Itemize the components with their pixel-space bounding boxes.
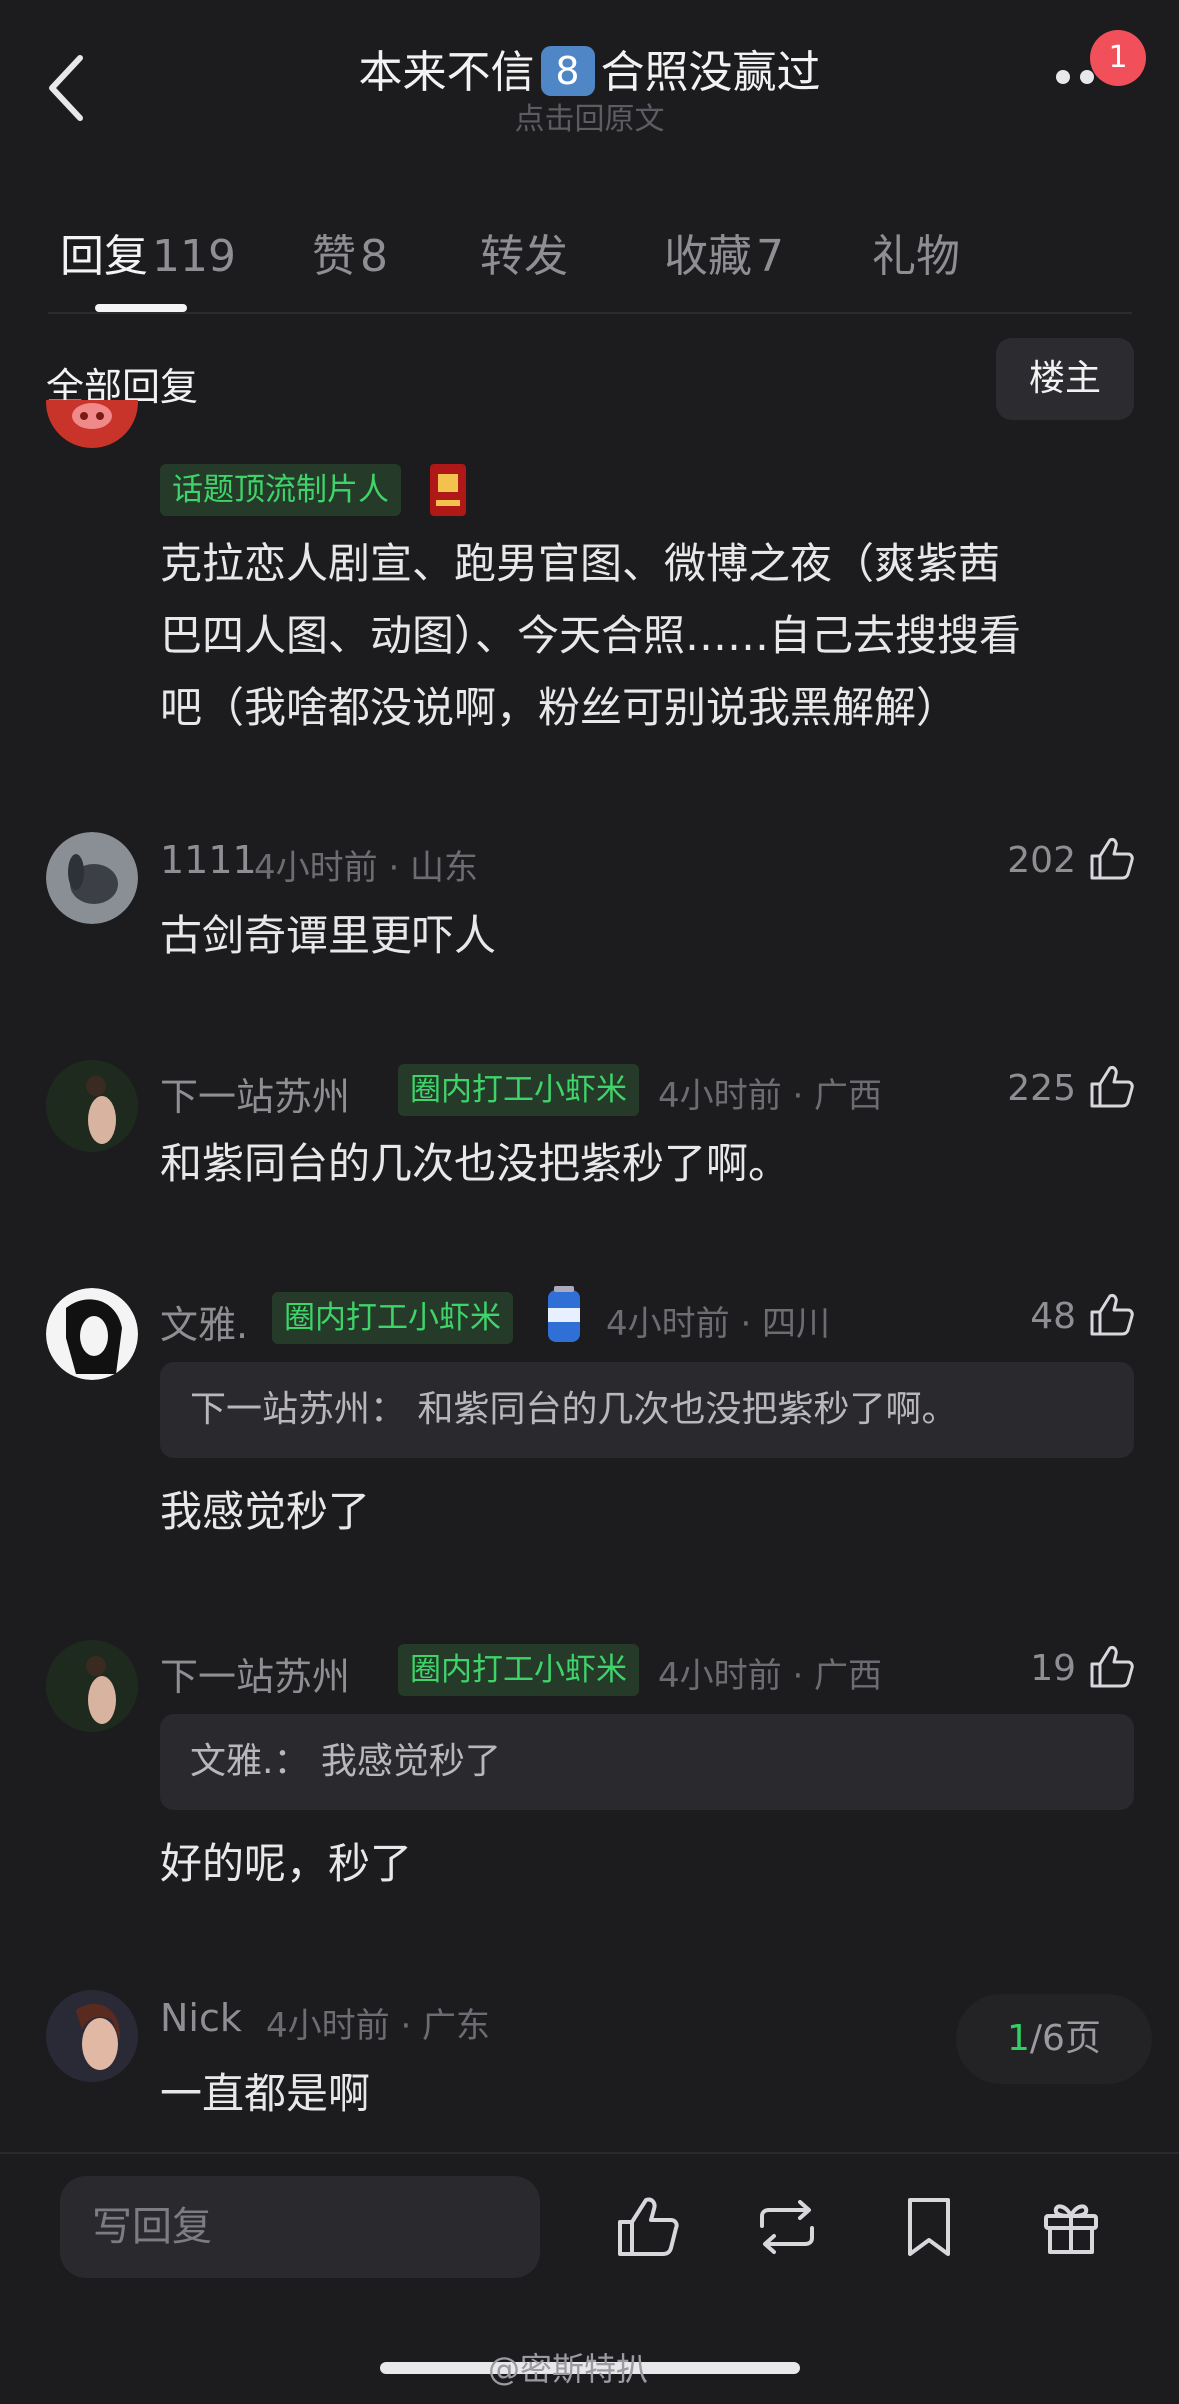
tab-label: 礼物 [872,231,960,282]
keycap-8-emoji: 8 [540,46,595,96]
tab-label: 回复 [60,231,148,282]
page-title[interactable]: 本来不信 8 合照没赢过 [0,36,1179,100]
comment-meta: 4小时前 · 四川 [606,1304,831,1344]
title-text-post: 合照没赢过 [600,47,821,98]
gift-badge-icon [428,462,468,518]
reply-input[interactable]: 写回复 [60,2176,540,2278]
like-count: 225 [1007,1068,1076,1109]
thumbs-up-icon[interactable] [1086,1642,1136,1692]
tab-label: 收藏 [664,231,752,282]
comment-body: 克拉恋人剧宣、跑男官图、微博之夜（爽紫茜 巴四人图、动图）、今天合照……自己去搜… [160,528,1021,744]
user-title-badge: 圈内打工小虾米 [272,1292,513,1344]
tab-count: 7 [756,231,784,282]
photo-avatar-icon [46,1060,138,1152]
like-count: 19 [1030,1648,1076,1689]
gift-icon[interactable] [1036,2192,1106,2262]
avatar[interactable] [46,1060,138,1152]
tab-reposts[interactable]: 转发 [480,220,568,284]
tab-label: 转发 [480,231,568,282]
user-title-badge: 话题顶流制片人 [160,464,401,516]
photo-avatar-icon [46,1640,138,1732]
comment-body: 我感觉秒了 [160,1487,371,1536]
notification-badge: 1 [1090,30,1146,86]
bookmark-icon[interactable] [894,2192,964,2262]
comment-body: 和紫同台的几次也没把紫秒了啊。 [160,1139,791,1188]
comment-meta: 4小时前 · 广西 [658,1076,883,1116]
dot-icon [1080,70,1094,84]
like-icon[interactable] [612,2192,682,2262]
back-to-original-link[interactable]: 点击回原文 [0,94,1179,138]
tab-count: 8 [360,231,388,282]
thumbs-up-icon[interactable] [1086,1062,1136,1112]
tab-label: 赞 [312,231,356,282]
active-tab-indicator [95,304,187,312]
quoted-reply[interactable]: 文雅.： 我感觉秒了 [160,1714,1134,1810]
photo-avatar-icon [46,1990,138,2082]
owner-only-button[interactable]: 楼主 [996,338,1134,420]
avatar[interactable] [46,1640,138,1732]
current-page: 1 [1007,2018,1030,2059]
avatar[interactable] [46,1990,138,2082]
comment-line: 巴四人图、动图）、今天合照……自己去搜搜看 [160,611,1022,660]
comment-meta: 4小时前 · 山东 [254,848,479,888]
comment-body: 古剑奇谭里更吓人 [160,911,497,960]
user-title-badge: 圈内打工小虾米 [398,1064,639,1116]
thumbs-up-icon[interactable] [1086,1290,1136,1340]
divider [48,312,1132,314]
user-name[interactable]: 文雅. [160,1294,248,1349]
can-badge-icon [546,1286,582,1346]
page-indicator[interactable]: 1/6页 [956,1994,1152,2084]
user-title-badge: 圈内打工小虾米 [398,1644,639,1696]
quoted-reply[interactable]: 下一站苏州： 和紫同台的几次也没把紫秒了啊。 [160,1362,1134,1458]
comment-meta: 4小时前 · 广东 [266,2006,491,2046]
title-text-pre: 本来不信 [358,47,535,98]
watermark: @密斯特扒 [488,2350,649,2388]
like-count: 48 [1030,1296,1076,1337]
comment-meta: 4小时前 · 广西 [658,1656,883,1696]
tab-likes[interactable]: 赞8 [312,220,388,284]
user-name[interactable]: 下一站苏州 [160,1646,350,1701]
tab-replies[interactable]: 回复119 [60,220,236,284]
comment-body: 一直都是啊 [160,2069,371,2118]
comment-body: 好的呢，秒了 [160,1839,413,1888]
tab-count: 119 [152,231,236,282]
comment-line: 克拉恋人剧宣、跑男官图、微博之夜（爽紫茜 [160,539,1001,588]
user-name[interactable]: 下一站苏州 [160,1066,350,1121]
thumbs-up-icon[interactable] [1086,834,1136,884]
tab-gifts[interactable]: 礼物 [872,220,960,284]
avatar[interactable] [46,1288,138,1380]
anime-avatar-icon [46,1288,138,1380]
rabbit-avatar-icon [46,832,138,924]
repost-icon[interactable] [752,2192,822,2262]
user-name[interactable]: 1111 [160,838,257,882]
avatar[interactable] [46,832,138,924]
total-pages: /6页 [1029,2018,1101,2059]
tab-favorites[interactable]: 收藏7 [664,220,784,284]
comment-line: 吧（我啥都没说啊，粉丝可别说我黑解解） [160,683,959,732]
user-name[interactable]: Nick [160,1996,242,2040]
like-count: 202 [1007,840,1076,881]
dot-icon [1056,70,1070,84]
